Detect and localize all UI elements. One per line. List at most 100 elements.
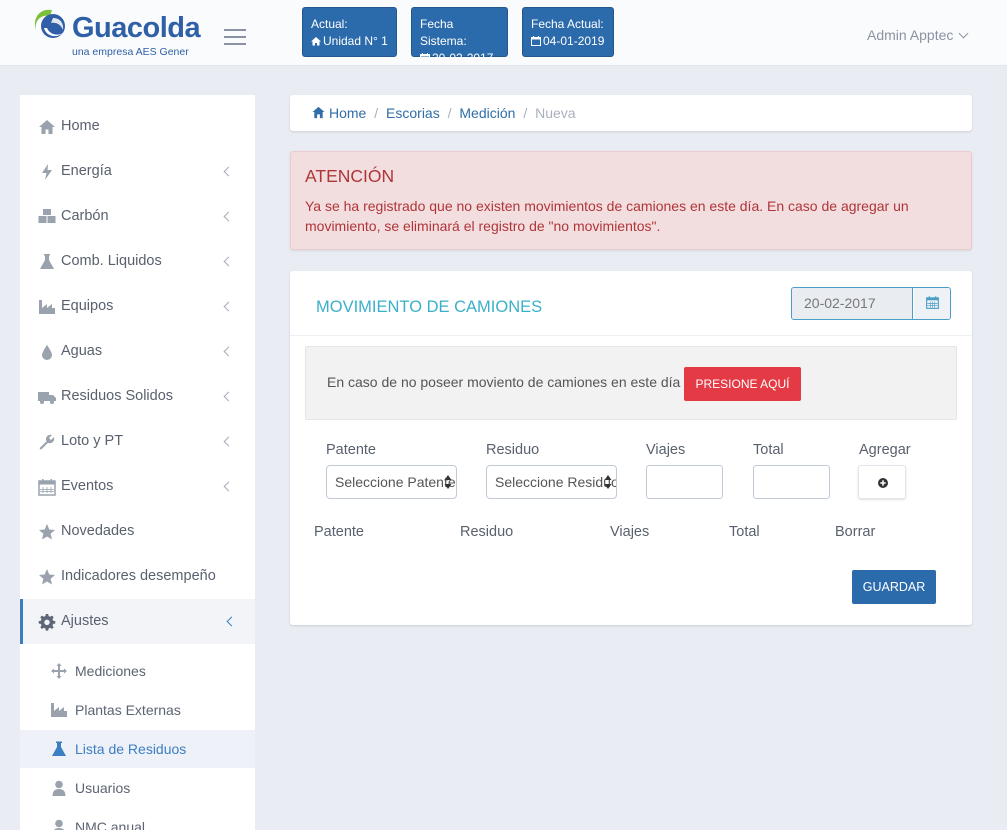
agregar-label: Agregar bbox=[859, 442, 911, 458]
sidebar-subitem-nmc-anual[interactable]: NMC anual bbox=[20, 808, 255, 830]
breadcrumb-medicion-link[interactable]: Medición bbox=[459, 105, 515, 121]
sidebar-item-label: Carbón bbox=[61, 208, 109, 224]
add-row-button[interactable] bbox=[858, 465, 906, 499]
save-button[interactable]: GUARDAR bbox=[852, 570, 936, 604]
date-picker[interactable]: 20-02-2017 bbox=[791, 287, 951, 320]
alert-title: ATENCIÓN bbox=[305, 166, 395, 186]
top-header: Guacolda una empresa AES Gener Actual: U… bbox=[0, 0, 1007, 66]
total-label: Total bbox=[753, 442, 784, 458]
user-name: Admin Apptec bbox=[867, 27, 954, 43]
residuo-label: Residuo bbox=[486, 442, 540, 458]
calendar-icon bbox=[531, 36, 541, 46]
home-icon bbox=[311, 37, 321, 46]
sidebar-item-label: Eventos bbox=[61, 478, 114, 494]
plus-circle-icon bbox=[878, 478, 888, 488]
sidebar-item-label: Novedades bbox=[61, 523, 135, 539]
calendar-icon bbox=[38, 479, 56, 496]
brand-logo[interactable]: Guacolda una empresa AES Gener bbox=[30, 6, 201, 58]
sidebar-subitem-label: Usuarios bbox=[75, 780, 131, 796]
alert-message: Ya se ha registrado que no existen movim… bbox=[305, 198, 909, 234]
panel-divider bbox=[290, 335, 972, 336]
current-unit-box[interactable]: Actual: Unidad N° 1 bbox=[302, 7, 397, 57]
breadcrumb-separator: / bbox=[523, 105, 528, 121]
gear-icon bbox=[38, 614, 56, 631]
current-date-label: Fecha Actual: bbox=[531, 17, 604, 31]
sidebar-subitem-usuarios[interactable]: Usuarios bbox=[20, 769, 255, 807]
calendar-icon bbox=[926, 296, 939, 309]
brand-tagline: una empresa AES Gener bbox=[72, 46, 189, 58]
sidebar-subitem-plantas-externas[interactable]: Plantas Externas bbox=[20, 691, 255, 729]
current-unit-label: Actual: bbox=[311, 17, 348, 31]
no-movement-notice: En caso de no poseer moviento de camione… bbox=[305, 346, 957, 420]
breadcrumb-escorias-link[interactable]: Escorias bbox=[386, 105, 440, 121]
truck-movement-panel: MOVIMIENTO DE CAMIONES 20-02-2017 En cas… bbox=[290, 271, 972, 625]
breadcrumb-separator: / bbox=[374, 105, 379, 121]
no-movement-button[interactable]: PRESIONE AQUÍ bbox=[684, 367, 801, 401]
date-picker-button[interactable] bbox=[914, 288, 950, 319]
sidebar-item-label: Indicadores desempeño bbox=[61, 568, 216, 584]
cubes-icon bbox=[38, 209, 56, 223]
truck-icon bbox=[38, 392, 56, 404]
star-icon bbox=[39, 524, 55, 540]
industry-icon bbox=[39, 300, 55, 314]
breadcrumb-home-link[interactable]: Home bbox=[312, 105, 366, 121]
system-date-value: 20-02-2017 bbox=[432, 51, 494, 65]
total-input[interactable] bbox=[753, 465, 830, 499]
user-icon bbox=[53, 819, 65, 830]
home-icon bbox=[312, 106, 325, 119]
sidebar-item-novedades[interactable]: Novedades bbox=[20, 509, 255, 554]
table-header-borrar: Borrar bbox=[835, 524, 876, 540]
industry-icon bbox=[51, 703, 67, 717]
date-input[interactable]: 20-02-2017 bbox=[792, 288, 913, 319]
chevron-left-icon bbox=[223, 481, 234, 492]
sidebar-item-equipos[interactable]: Equipos bbox=[20, 284, 255, 329]
sidebar-item-carbon[interactable]: Carbón bbox=[20, 194, 255, 239]
logo-mark-icon bbox=[34, 9, 65, 38]
bolt-icon bbox=[42, 164, 52, 180]
star-icon bbox=[39, 569, 55, 585]
sidebar-item-aguas[interactable]: Aguas bbox=[20, 329, 255, 374]
system-date-box[interactable]: Fecha Sistema: 20-02-2017 bbox=[411, 7, 508, 65]
select-caret-icon bbox=[604, 475, 612, 489]
sidebar-item-label: Aguas bbox=[61, 343, 103, 359]
sidebar-subitem-lista-residuos[interactable]: Lista de Residuos bbox=[20, 730, 255, 768]
sidebar-item-eventos[interactable]: Eventos bbox=[20, 464, 255, 509]
sidebar-item-energia[interactable]: Energía bbox=[20, 149, 255, 194]
sidebar-item-residuos-solidos[interactable]: Residuos Solidos bbox=[20, 374, 255, 419]
table-header-total: Total bbox=[729, 524, 760, 540]
breadcrumb-separator: / bbox=[447, 105, 452, 121]
sidebar-item-label: Home bbox=[61, 118, 100, 134]
sidebar-item-comb-liquidos[interactable]: Comb. Liquidos bbox=[20, 239, 255, 284]
patente-label: Patente bbox=[326, 442, 376, 458]
sidebar-subitem-label: Lista de Residuos bbox=[75, 741, 187, 757]
chevron-down-icon bbox=[958, 28, 969, 39]
sidebar: Home Energía Carbón Comb. Liquidos Equip… bbox=[20, 95, 255, 830]
calendar-icon bbox=[420, 53, 430, 63]
flask-icon bbox=[52, 741, 66, 756]
sidebar-item-label: Ajustes bbox=[61, 613, 109, 629]
notice-text: En caso de no poseer moviento de camione… bbox=[327, 374, 681, 390]
sidebar-item-label: Residuos Solidos bbox=[61, 388, 174, 404]
chevron-left-icon bbox=[223, 391, 234, 402]
brand-name: Guacolda bbox=[72, 12, 201, 44]
sidebar-item-loto-pt[interactable]: Loto y PT bbox=[20, 419, 255, 464]
sidebar-item-label: Loto y PT bbox=[61, 433, 124, 449]
user-menu[interactable]: Admin Apptec bbox=[867, 27, 969, 43]
sidebar-item-home[interactable]: Home bbox=[20, 104, 255, 149]
breadcrumb-home-label: Home bbox=[329, 105, 367, 121]
sidebar-item-indicadores[interactable]: Indicadores desempeño bbox=[20, 554, 255, 599]
patente-select[interactable]: Seleccione Patente bbox=[326, 465, 457, 499]
home-icon bbox=[39, 120, 55, 134]
chevron-left-icon bbox=[223, 211, 234, 222]
current-date-box[interactable]: Fecha Actual: 04-01-2019 bbox=[522, 7, 614, 57]
residuo-select[interactable]: Seleccione Residuo bbox=[486, 465, 617, 499]
sidebar-item-ajustes[interactable]: Ajustes bbox=[20, 599, 255, 644]
table-header-patente: Patente bbox=[314, 524, 364, 540]
viajes-input[interactable] bbox=[646, 465, 723, 499]
chevron-left-icon bbox=[223, 256, 234, 267]
sidebar-subitem-mediciones[interactable]: Mediciones bbox=[20, 652, 255, 690]
chevron-left-icon bbox=[223, 346, 234, 357]
panel-title: MOVIMIENTO DE CAMIONES bbox=[316, 298, 543, 316]
menu-toggle-icon[interactable] bbox=[224, 29, 246, 45]
sidebar-item-label: Equipos bbox=[61, 298, 114, 314]
